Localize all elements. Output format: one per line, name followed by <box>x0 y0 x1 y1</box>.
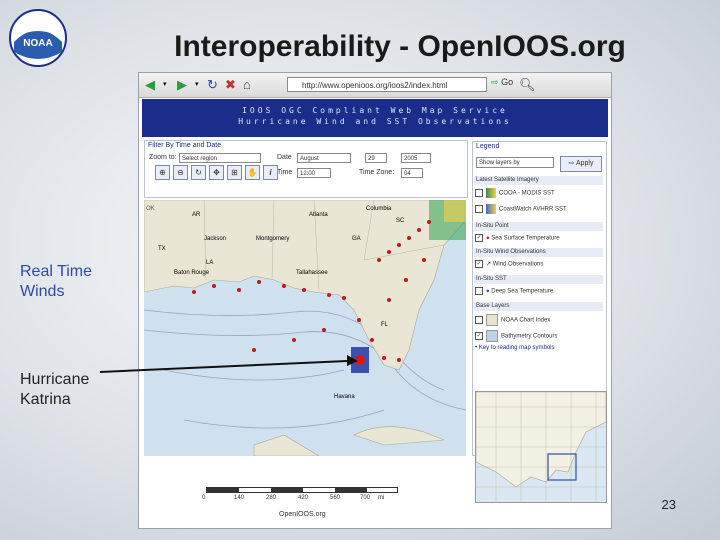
slide-number: 23 <box>661 497 676 512</box>
annotation-arrow <box>99 355 358 373</box>
